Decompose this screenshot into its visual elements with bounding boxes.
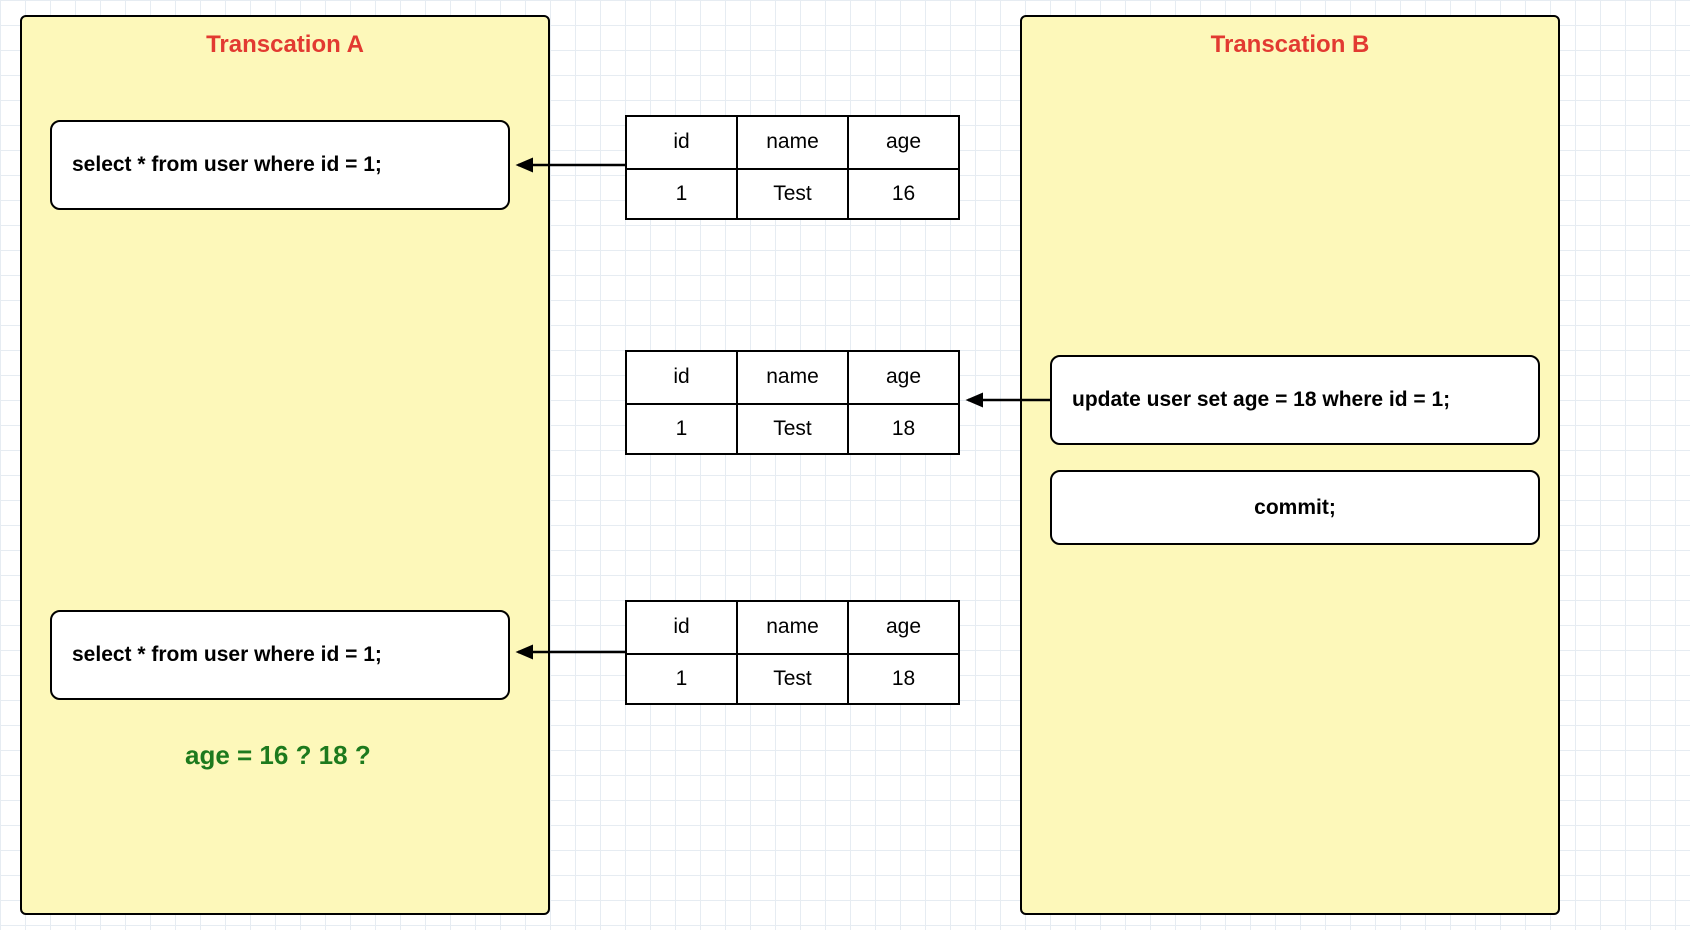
- update-statement-text: update user set age = 18 where id = 1;: [1072, 388, 1450, 412]
- cell-age: 16: [847, 170, 958, 219]
- transaction-b-title: Transcation B: [1022, 31, 1558, 59]
- col-age-header: age: [847, 602, 958, 653]
- cell-id: 1: [627, 655, 736, 704]
- table-row: id name age: [627, 602, 958, 653]
- cell-id: 1: [627, 170, 736, 219]
- table-row: 1 Test 16: [627, 168, 958, 219]
- table-row: id name age: [627, 117, 958, 168]
- col-name-header: name: [736, 602, 847, 653]
- select-statement-1-text: select * from user where id = 1;: [72, 153, 382, 177]
- commit-statement-text: commit;: [1254, 496, 1336, 520]
- transaction-b-panel: Transcation B: [1020, 15, 1560, 915]
- col-age-header: age: [847, 117, 958, 168]
- col-id-header: id: [627, 602, 736, 653]
- col-name-header: name: [736, 352, 847, 403]
- cell-id: 1: [627, 405, 736, 454]
- select-statement-1: select * from user where id = 1;: [50, 120, 510, 210]
- cell-name: Test: [736, 655, 847, 704]
- age-question: age = 16 ? 18 ?: [185, 740, 371, 771]
- col-id-header: id: [627, 352, 736, 403]
- table-row: 1 Test 18: [627, 403, 958, 454]
- cell-age: 18: [847, 655, 958, 704]
- select-statement-2: select * from user where id = 1;: [50, 610, 510, 700]
- transaction-a-title: Transcation A: [22, 31, 548, 59]
- result-table-1: id name age 1 Test 16: [625, 115, 960, 220]
- col-name-header: name: [736, 117, 847, 168]
- cell-age: 18: [847, 405, 958, 454]
- result-table-2: id name age 1 Test 18: [625, 350, 960, 455]
- select-statement-2-text: select * from user where id = 1;: [72, 643, 382, 667]
- table-row: 1 Test 18: [627, 653, 958, 704]
- cell-name: Test: [736, 405, 847, 454]
- col-id-header: id: [627, 117, 736, 168]
- commit-statement: commit;: [1050, 470, 1540, 545]
- cell-name: Test: [736, 170, 847, 219]
- result-table-3: id name age 1 Test 18: [625, 600, 960, 705]
- diagram-canvas: Transcation A Transcation B select * fro…: [0, 0, 1690, 930]
- update-statement: update user set age = 18 where id = 1;: [1050, 355, 1540, 445]
- col-age-header: age: [847, 352, 958, 403]
- table-row: id name age: [627, 352, 958, 403]
